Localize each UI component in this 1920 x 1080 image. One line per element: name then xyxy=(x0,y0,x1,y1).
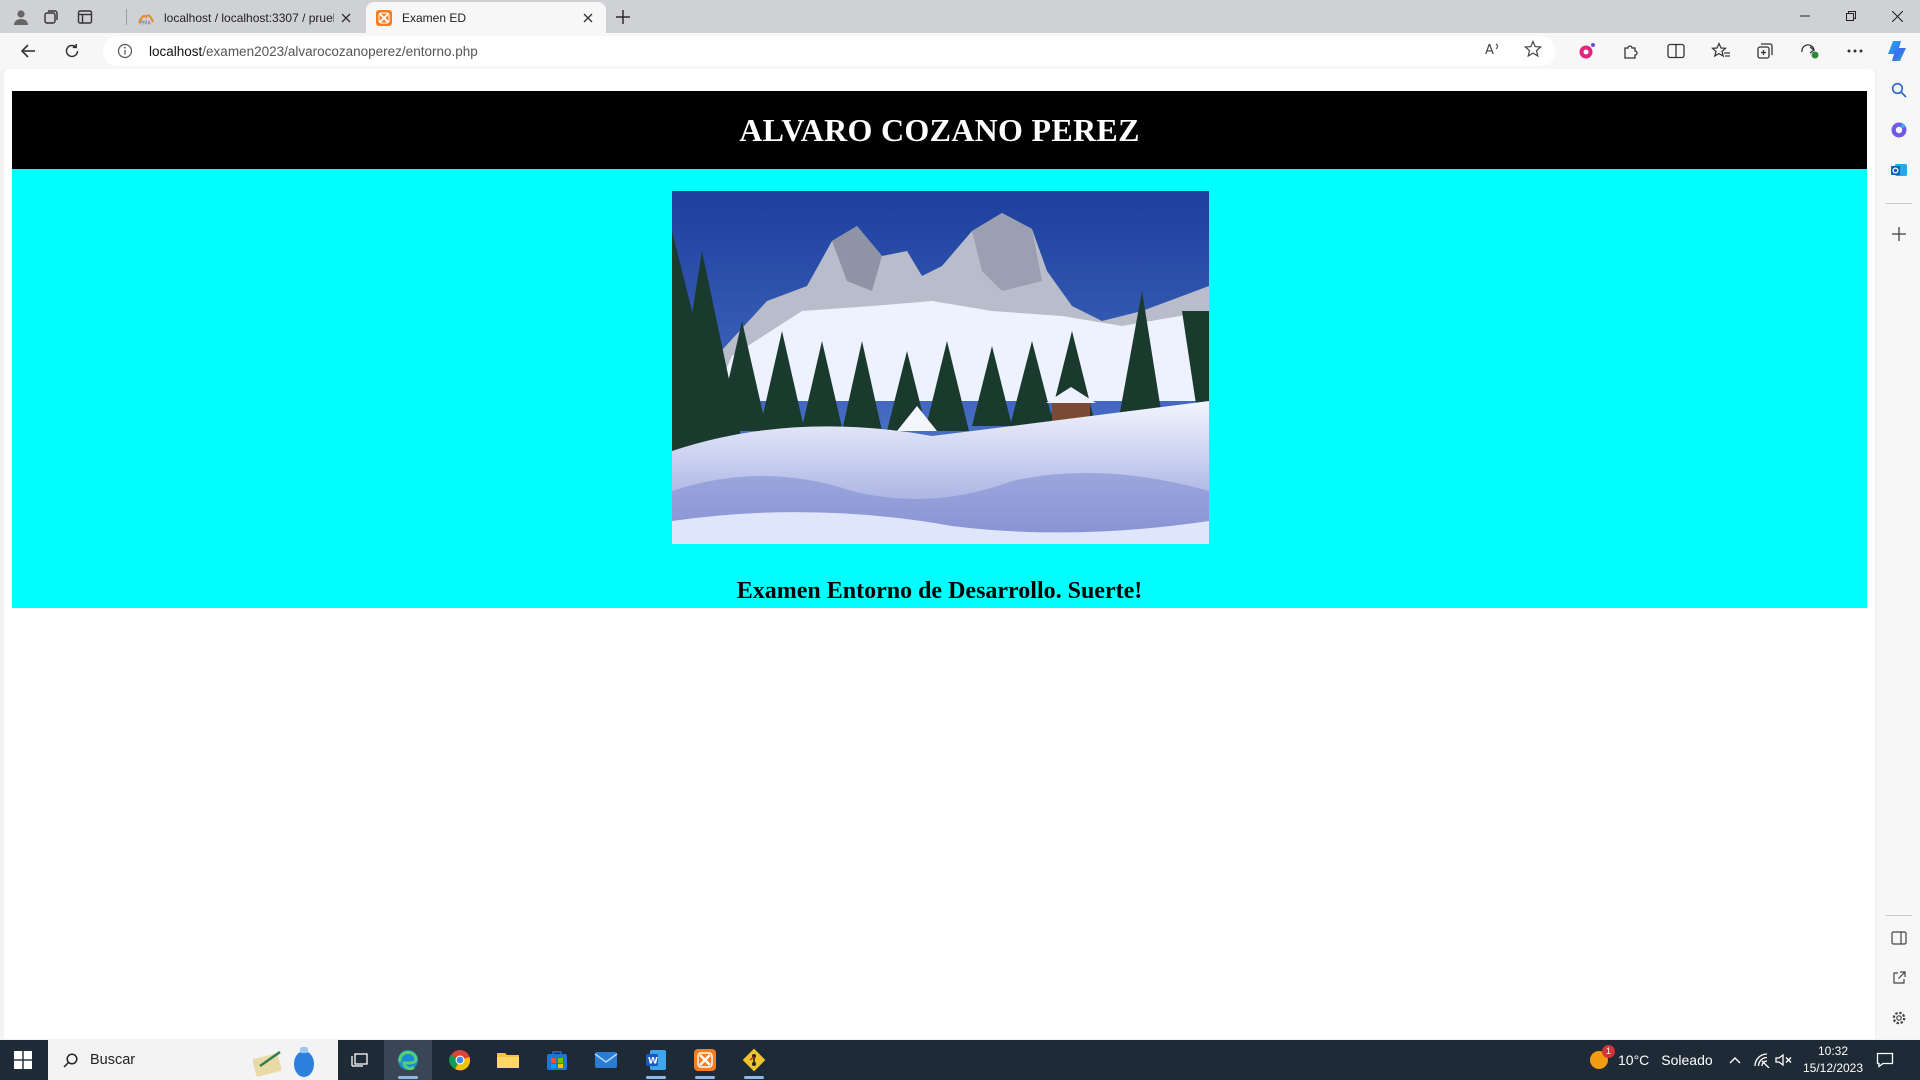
weather-widget[interactable]: 1 10°C Soleado xyxy=(1588,1040,1713,1080)
reload-button[interactable] xyxy=(56,35,88,67)
sidebar-outlook-icon[interactable] xyxy=(1884,155,1914,185)
weather-badge: 1 xyxy=(1602,1045,1615,1058)
xampp-icon xyxy=(376,9,392,26)
favorites-icon[interactable] xyxy=(1705,35,1737,67)
sidebar-add-icon[interactable] xyxy=(1884,219,1914,249)
microsoft-store-icon[interactable] xyxy=(533,1040,581,1080)
profile-icon[interactable] xyxy=(4,4,38,30)
running-indicator xyxy=(695,1076,715,1079)
page-content: Examen Entorno de Desarrollo. Suerte! xyxy=(12,169,1867,608)
copilot-icon[interactable] xyxy=(1882,35,1914,67)
url-path: /examen2023/alvarocozanoperez/entorno.ph… xyxy=(202,43,478,59)
close-tab-icon[interactable] xyxy=(576,6,600,30)
read-aloud-icon[interactable]: A xyxy=(1481,38,1505,60)
search-highlight-illustration-icon xyxy=(246,1044,326,1078)
clock-date: 15/12/2023 xyxy=(1802,1061,1864,1075)
svg-text:A: A xyxy=(1485,43,1494,57)
word-app-icon[interactable]: W xyxy=(632,1040,680,1080)
tab-title: localhost / localhost:3307 / prueb xyxy=(164,10,334,25)
sidebar-panel-icon[interactable] xyxy=(1884,923,1914,953)
mail-app-icon[interactable] xyxy=(582,1040,630,1080)
clock-time: 10:32 xyxy=(1817,1044,1849,1058)
start-button[interactable] xyxy=(0,1040,46,1080)
sidebar-search-icon[interactable] xyxy=(1884,75,1914,105)
sidebar-separator xyxy=(1886,203,1912,204)
snowy-mountain-image xyxy=(672,191,1209,544)
file-explorer-icon[interactable] xyxy=(484,1040,532,1080)
hidden-icons-chevron-icon[interactable] xyxy=(1728,1040,1742,1080)
sidebar-external-link-icon[interactable] xyxy=(1884,963,1914,993)
extension-color-icon[interactable] xyxy=(1571,35,1603,67)
task-view-icon[interactable] xyxy=(336,1040,384,1080)
active-indicator xyxy=(398,1076,418,1079)
sidebar-settings-icon[interactable] xyxy=(1884,1003,1914,1033)
collections-icon[interactable] xyxy=(1749,35,1781,67)
close-window-button[interactable] xyxy=(1874,0,1920,32)
tab-title: Examen ED xyxy=(402,10,467,25)
split-screen-icon[interactable] xyxy=(1660,35,1692,67)
taskbar-search[interactable]: Buscar xyxy=(48,1040,338,1080)
tab-phpmyadmin[interactable]: PMA localhost / localhost:3307 / prueb xyxy=(128,2,364,33)
sidebar-shopping-icon[interactable] xyxy=(1884,115,1914,145)
tab-examen-ed[interactable]: Examen ED xyxy=(366,2,606,33)
more-options-icon[interactable] xyxy=(1839,35,1871,67)
xampp-app-icon[interactable] xyxy=(681,1040,729,1080)
running-indicator xyxy=(646,1076,666,1079)
browser-essentials-icon[interactable] xyxy=(1794,35,1826,67)
site-info-icon[interactable] xyxy=(115,41,135,61)
search-icon xyxy=(60,1050,80,1070)
volume-muted-icon[interactable] xyxy=(1774,1040,1792,1080)
windows-taskbar: Buscar W 1 10°C Soleado 10:32 15/12/2023 xyxy=(0,1040,1920,1080)
page-viewport: ALVARO COZANO PEREZ Examen Entorno de De… xyxy=(4,69,1875,1039)
weather-sun-icon: 1 xyxy=(1588,1045,1615,1071)
exam-message: Examen Entorno de Desarrollo. Suerte! xyxy=(736,578,1143,604)
svg-text:W: W xyxy=(648,1057,658,1067)
browser-toolbar: localhost/examen2023/alvarocozanoperez/e… xyxy=(0,33,1920,69)
workspaces-icon[interactable] xyxy=(34,4,68,30)
svg-text:PMA: PMA xyxy=(140,20,151,25)
network-icon[interactable] xyxy=(1753,1040,1771,1080)
back-button[interactable] xyxy=(12,35,44,67)
restore-button[interactable] xyxy=(1828,0,1874,32)
minimize-button[interactable] xyxy=(1782,0,1828,32)
address-bar[interactable]: localhost/examen2023/alvarocozanoperez/e… xyxy=(103,36,1555,66)
browser-tab-strip: PMA localhost / localhost:3307 / prueb E… xyxy=(0,0,1920,33)
edge-app-icon[interactable] xyxy=(384,1040,432,1080)
vertical-tabs-icon[interactable] xyxy=(68,4,102,30)
system-clock[interactable]: 10:32 15/12/2023 xyxy=(1796,1043,1870,1077)
url-text: localhost/examen2023/alvarocozanoperez/e… xyxy=(149,44,478,59)
chrome-app-icon[interactable] xyxy=(436,1040,484,1080)
favorite-star-icon[interactable] xyxy=(1521,38,1545,60)
notifications-icon[interactable] xyxy=(1876,1040,1894,1080)
git-app-icon[interactable] xyxy=(730,1040,778,1080)
close-tab-icon[interactable] xyxy=(334,6,358,30)
extensions-puzzle-icon[interactable] xyxy=(1615,35,1647,67)
page-header: ALVARO COZANO PEREZ xyxy=(12,91,1867,169)
sidebar-separator xyxy=(1886,915,1912,916)
url-host: localhost xyxy=(149,43,203,59)
edge-sidebar xyxy=(1877,69,1920,1039)
phpmyadmin-icon: PMA xyxy=(138,10,154,26)
new-tab-button[interactable] xyxy=(608,3,638,31)
page-title: ALVARO COZANO PEREZ xyxy=(739,111,1140,148)
running-indicator xyxy=(744,1076,764,1079)
tab-separator xyxy=(126,9,127,25)
weather-temperature: 10°C xyxy=(1618,1052,1650,1068)
search-placeholder: Buscar xyxy=(90,1052,136,1068)
weather-condition: Soleado xyxy=(1661,1052,1713,1068)
